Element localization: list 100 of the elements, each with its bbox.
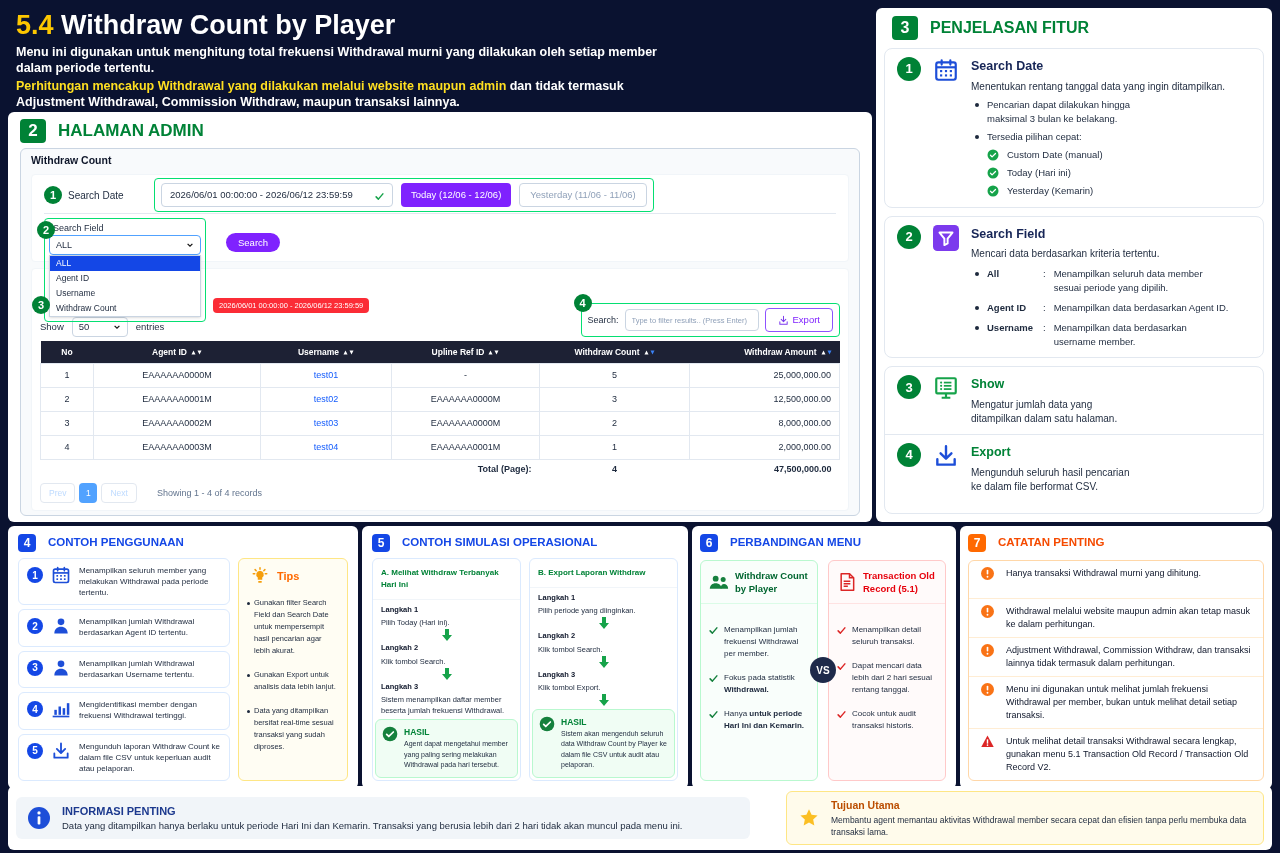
goal-text: Membantu agent memantau aktivitas Withdrawal member secara cepat dan efisien tanpa perlu membuka data transaksi lama. bbox=[831, 813, 1248, 838]
goal-title: Tujuan Utama bbox=[831, 798, 901, 814]
check-circle-icon bbox=[987, 185, 999, 198]
down-arrow-icon bbox=[440, 667, 453, 680]
dropdown-option[interactable]: Agent ID bbox=[50, 271, 200, 287]
scenario-title: A. Melihat Withdraw Terbanyak Hari Ini bbox=[373, 559, 520, 600]
comparison-point: Menampilkan jumlah frekuensi Withdrawal per member. bbox=[724, 624, 800, 660]
select-field[interactable]: ALL bbox=[49, 235, 201, 256]
usage-text: Mengunduh laporan Withdraw Count ke dalam file CSV untuk keperluan audit atau pelaporan. bbox=[79, 740, 221, 774]
feature-description: Mengunduh seluruh hasil pencarian ke dalam file berformat CSV. bbox=[971, 465, 1131, 494]
dropdown-option[interactable]: Username bbox=[50, 286, 200, 302]
comparison-point: Dapat mencari data lebih dari 2 hari sesuai rentang tanggal. bbox=[852, 660, 934, 696]
section-number: 6 bbox=[700, 534, 718, 552]
export-button[interactable]: Export bbox=[764, 308, 833, 333]
note-text: Adjustment Withdrawal, Commission Withdraw, dan transaksi lainnya tidak termasuk dalam perhitungan. bbox=[1006, 643, 1251, 670]
check-circle-icon bbox=[987, 167, 999, 180]
field-label: Search Date bbox=[68, 188, 124, 203]
step-marker: 1 bbox=[897, 57, 921, 81]
bullet-text: Tersedia pilihan cepat: bbox=[987, 129, 1082, 144]
username-link[interactable]: test04 bbox=[313, 441, 339, 452]
column-header: Withdraw Amount bbox=[744, 345, 817, 359]
step-marker: 4 bbox=[897, 443, 921, 467]
step-marker: 5 bbox=[27, 742, 43, 759]
definition-term: All bbox=[987, 267, 1001, 282]
usage-text: Mengidentifikasi member dengan frekuensi Withdrawal tertinggi. bbox=[79, 699, 198, 721]
column-header: Upline Ref ID bbox=[431, 345, 485, 359]
section-number: 2 bbox=[20, 118, 46, 143]
table-cell: 4 bbox=[64, 441, 70, 452]
section-title: PENJELASAN FITUR bbox=[930, 18, 1090, 38]
step-marker: 4 bbox=[573, 294, 592, 313]
username-link[interactable]: test02 bbox=[313, 393, 339, 404]
description-note: Perhitungan mencakup Withdrawal yang dilakukan melalui website maupun admin dan tidak termasuk Adjustment Withdrawal, Commission Withdraw, maupun transaksi lainnya. bbox=[16, 78, 625, 110]
down-arrow-icon bbox=[597, 617, 610, 630]
exclamation-icon bbox=[981, 604, 994, 618]
table-cell: EAAAAAA0003M bbox=[142, 441, 212, 452]
sort-icon bbox=[820, 348, 832, 356]
check-circle-icon bbox=[539, 715, 555, 732]
table-cell: EAAAAAA0000M bbox=[430, 393, 501, 404]
note-text: Menu ini digunakan untuk melihat jumlah frekuensi Withdrawal per member, bukan untuk melihat detail setiap transaksi. bbox=[1006, 682, 1239, 722]
table-cell: 1 bbox=[612, 441, 617, 452]
lightbulb-icon bbox=[251, 567, 269, 585]
feature-description: Menentukan rentang tanggal data yang ingin ditampilkan. bbox=[971, 79, 1226, 94]
search-button[interactable]: Search bbox=[226, 233, 281, 253]
document-icon bbox=[837, 572, 857, 592]
check-icon bbox=[837, 710, 846, 719]
vs-badge: VS bbox=[810, 657, 836, 684]
definition-colon: : bbox=[1043, 301, 1046, 316]
calendar-icon bbox=[933, 57, 959, 83]
dropdown-option[interactable]: ALL bbox=[50, 256, 200, 272]
username-link[interactable]: test01 bbox=[313, 369, 339, 380]
note-text: Untuk melihat detail transaksi Withdrawal secara lengkap, gunakan menu 5.1 Transaction Old Record / Transaction Old Record V2. bbox=[1006, 734, 1250, 774]
comparison-title: Withdraw Count by Player bbox=[735, 569, 809, 595]
exclamation-icon bbox=[981, 567, 994, 580]
warning-icon bbox=[981, 734, 994, 748]
check-item-text: Custom Date (manual) bbox=[1007, 147, 1103, 162]
field-label: Show bbox=[40, 320, 64, 335]
table-cell: 2 bbox=[612, 417, 617, 428]
feature-title: Show bbox=[971, 376, 1006, 394]
table-cell: 25,000,000.00 bbox=[773, 369, 831, 380]
table-cell: EAAAAAA0001M bbox=[142, 393, 212, 404]
comparison-point: Cocok untuk audit transaksi historis. bbox=[852, 708, 918, 732]
calendar-icon bbox=[51, 565, 71, 585]
section-title: CATATAN PENTING bbox=[998, 535, 1105, 551]
date-range-field[interactable]: 2026/06/01 00:00:00 - 2026/06/12 23:59:59 bbox=[161, 183, 393, 208]
step-marker: 1 bbox=[27, 567, 43, 583]
check-icon bbox=[837, 662, 846, 671]
down-arrow-icon bbox=[440, 629, 453, 642]
comparison-point: Menampilkan detail seluruh transaksi. bbox=[852, 624, 922, 648]
step-marker: 3 bbox=[32, 296, 50, 315]
table-cell: 1 bbox=[64, 369, 70, 380]
step-marker: 2 bbox=[37, 221, 55, 240]
download-icon bbox=[51, 740, 71, 761]
user-icon bbox=[51, 616, 71, 636]
section-number: 4 bbox=[18, 534, 36, 552]
usage-text: Menampilkan jumlah Withdrawal berdasarkan Agent ID tertentu. bbox=[79, 616, 196, 638]
tips-title: Tips bbox=[277, 568, 300, 584]
definition-text: Menampilkan seluruh data member sesuai periode yang dipilih. bbox=[1053, 267, 1204, 296]
total-amount: 47,500,000.00 bbox=[773, 463, 832, 474]
check-icon bbox=[375, 191, 384, 201]
definition-text: Menampilkan data berdasarkan username member. bbox=[1053, 321, 1188, 350]
table-cell: 2 bbox=[64, 393, 70, 404]
username-link[interactable]: test03 bbox=[313, 417, 339, 428]
section-number: 5 bbox=[372, 534, 390, 552]
definition-text: Menampilkan data berdasarkan Agent ID. bbox=[1053, 301, 1229, 316]
check-item-text: Yesterday (Kemarin) bbox=[1007, 184, 1094, 199]
dropdown-option[interactable]: Withdraw Count bbox=[50, 301, 200, 317]
feature-title: Search Date bbox=[971, 58, 1045, 75]
definition-term: Username bbox=[987, 321, 1034, 336]
definition-colon: : bbox=[1043, 321, 1046, 336]
note-text: Withdrawal melalui website maupun admin akan tetap masuk ke dalam perhitungan. bbox=[1006, 604, 1251, 631]
down-arrow-icon bbox=[597, 655, 610, 668]
section-title: PERBANDINGAN MENU bbox=[730, 535, 861, 551]
step-marker: 3 bbox=[897, 375, 921, 400]
scenario-title: B. Export Laporan Withdraw bbox=[530, 559, 677, 588]
feature-title: Export bbox=[971, 444, 1012, 461]
chevron-icon bbox=[186, 241, 194, 250]
page-size-select[interactable]: 50 bbox=[71, 317, 128, 338]
quick-date-button[interactable]: Today (12/06 - 12/06) bbox=[401, 183, 512, 208]
table-cell: EAAAAAA0002M bbox=[142, 417, 212, 428]
table-cell: 12,500,000.00 bbox=[773, 393, 831, 404]
